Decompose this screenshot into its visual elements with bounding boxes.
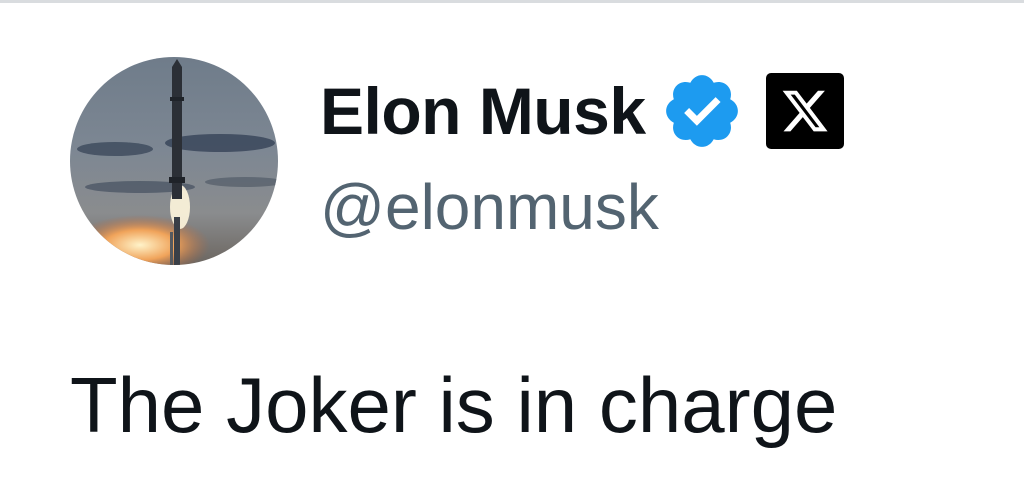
- tweet-text: The Joker is in charge: [70, 361, 838, 449]
- verified-badge-icon[interactable]: [660, 69, 744, 153]
- tweet-card[interactable]: Elon Musk @elonmusk The Joker is in char…: [0, 3, 1024, 501]
- author-handle[interactable]: @elonmusk: [320, 175, 659, 239]
- avatar[interactable]: [70, 57, 278, 265]
- x-logo-icon[interactable]: [765, 73, 844, 149]
- author-name-row: Elon Musk: [320, 69, 844, 153]
- author-display-name[interactable]: Elon Musk: [320, 78, 646, 144]
- rocket-launch-avatar-image: [70, 57, 278, 265]
